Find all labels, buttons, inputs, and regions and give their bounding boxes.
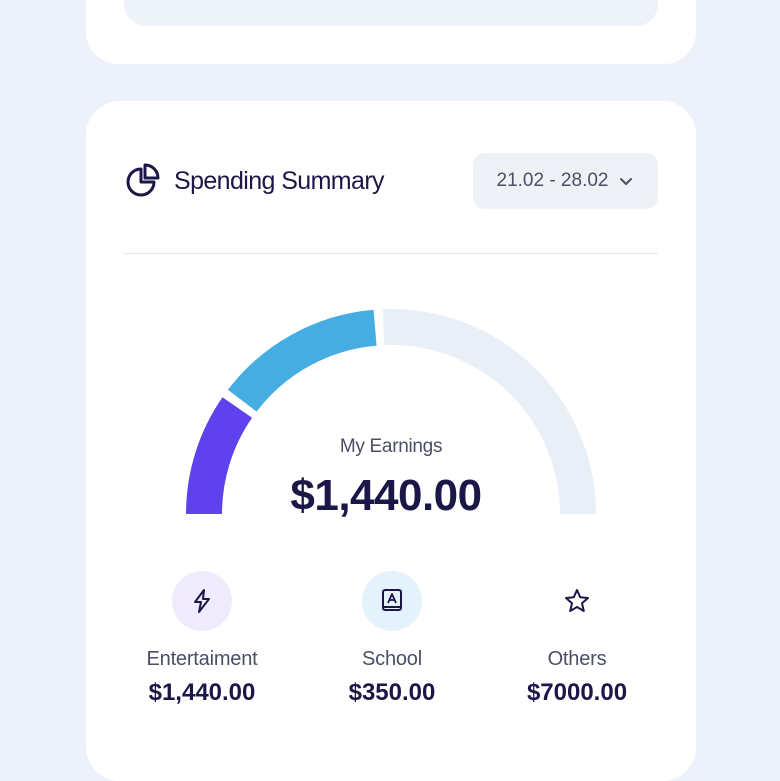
spending-summary-card: Spending Summary 21.02 - 28.02 My Earnin… [86, 101, 696, 781]
category-entertainment[interactable]: Entertaiment $1,440.00 [112, 571, 292, 707]
star-icon [565, 589, 589, 612]
category-icon-wrap [362, 571, 422, 631]
earnings-value: $1,440.00 [290, 471, 482, 520]
category-others[interactable]: Others $7000.00 [487, 571, 667, 707]
category-label: Entertaiment [146, 648, 258, 670]
category-label: School [362, 648, 422, 670]
blue-segment [227, 309, 377, 412]
category-value: $350.00 [348, 679, 436, 706]
category-label: Others [547, 648, 607, 670]
category-school[interactable]: School $350.00 [302, 571, 482, 707]
previous-card-panel [124, 0, 658, 26]
category-value: $1,440.00 [148, 679, 256, 706]
earnings-label: My Earnings [339, 436, 443, 457]
category-value: $7000.00 [526, 679, 628, 706]
book-icon [382, 589, 402, 611]
previous-card [86, 0, 696, 64]
category-icon-wrap [172, 571, 232, 631]
lightning-icon [194, 589, 210, 613]
category-icon-wrap [547, 571, 607, 631]
